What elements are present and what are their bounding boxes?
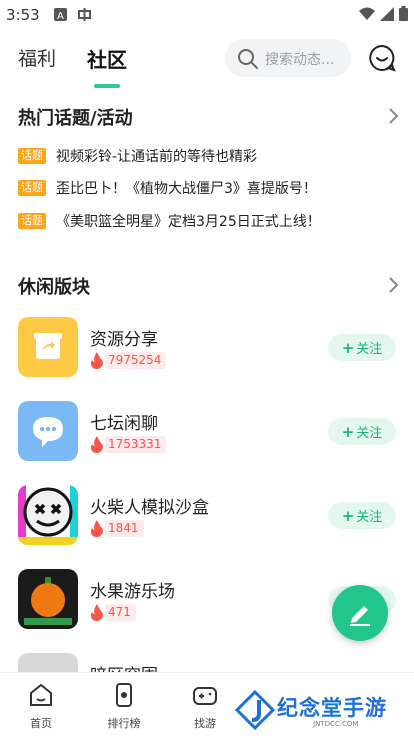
nav-ranking[interactable]: 排行榜 (99, 681, 149, 731)
status-bar: 3:53 A (0, 0, 414, 30)
pencil-icon (350, 606, 370, 626)
fire-icon (90, 603, 103, 621)
search-placeholder: 搜索动态... (265, 52, 335, 68)
forum-name: 水果游乐场 (90, 582, 175, 602)
chevron-right-icon[interactable] (386, 107, 400, 125)
topic-tag: 话题 (18, 213, 46, 229)
tab-welfare[interactable]: 福利 (18, 44, 56, 71)
topic-tag: 话题 (18, 148, 46, 164)
forum-item[interactable]: 火柴人模拟沙盒 1841 + 关注 (0, 485, 414, 563)
follow-label: 关注 (356, 510, 383, 525)
watermark-icon (235, 690, 275, 730)
nav-find-game[interactable]: 找游 (180, 681, 230, 731)
topic-item[interactable]: 话题 《美职篮全明星》定档3月25日正式上线！ (18, 211, 321, 231)
nav-home[interactable]: 首页 (16, 681, 66, 731)
heat-badge: 7975254 (90, 351, 167, 369)
fire-icon (90, 435, 103, 453)
follow-button[interactable]: +关注 (328, 334, 396, 361)
top-bar: 福利 社区 搜索动态... (0, 30, 414, 90)
signal-icon (380, 6, 394, 21)
forum-item[interactable]: 七坛闲聊 1753331 + 关注 (0, 401, 414, 479)
leisure-title: 休闲版块 (18, 277, 90, 298)
game-face-icon (18, 485, 78, 545)
follow-label: 关注 (356, 426, 383, 441)
plus-icon: + (341, 506, 355, 525)
forum-name: 七坛闲聊 (90, 414, 158, 434)
forum-name: 火柴人模拟沙盒 (90, 498, 209, 518)
watermark-subtext: JNTDCC.COM (313, 720, 359, 728)
nav-label: 首页 (30, 717, 52, 730)
fire-icon (90, 351, 103, 369)
fire-icon (90, 519, 103, 537)
topic-text: 视频彩铃-让通话前的等待也精彩 (56, 149, 258, 165)
heat-badge: 1753331 (90, 435, 167, 453)
battery-icon (399, 6, 408, 21)
search-icon (238, 49, 258, 69)
topic-item[interactable]: 话题 歪比巴卜！《植物大战僵尸3》喜提版号！ (18, 178, 317, 198)
heat-count: 471 (105, 603, 136, 621)
topic-text: 《美职篮全明星》定档3月25日正式上线！ (56, 214, 321, 230)
heat-count: 7975254 (105, 351, 167, 369)
nav-label: 排行榜 (107, 717, 141, 730)
heat-badge: 1841 (90, 519, 144, 537)
notification-a-icon: A (54, 8, 67, 21)
forum-item[interactable]: 资源分享 7975254 + 关注 (0, 317, 414, 395)
heat-count: 1753331 (105, 435, 167, 453)
wifi-icon (359, 7, 375, 20)
follow-button[interactable]: +关注 (328, 418, 396, 445)
notification-app-icon (78, 8, 91, 21)
topic-text: 歪比巴卜！《植物大战僵尸3》喜提版号！ (56, 181, 317, 197)
svg-text:A: A (57, 11, 64, 21)
watermark-logo: 纪念堂手游 JNTDCC.COM (235, 686, 405, 734)
plus-icon: + (341, 338, 355, 357)
heat-badge: 471 (90, 603, 136, 621)
heat-count: 1841 (105, 519, 144, 537)
nav-label: 找游 (194, 717, 216, 730)
tab-community[interactable]: 社区 (87, 44, 127, 73)
gamepad-icon (193, 687, 217, 705)
share-box-icon (18, 317, 78, 377)
chevron-right-icon[interactable] (386, 276, 400, 294)
chat-bubble-icon (18, 401, 78, 461)
topic-tag: 话题 (18, 180, 46, 196)
topic-item[interactable]: 话题 视频彩铃-让通话前的等待也精彩 (18, 146, 257, 166)
home-icon (30, 684, 52, 706)
compose-button[interactable] (332, 585, 388, 641)
forum-name: 资源分享 (90, 330, 158, 350)
search-box[interactable]: 搜索动态... (225, 39, 351, 77)
status-right-icons (359, 6, 408, 21)
hot-topics-title: 热门话题/活动 (18, 108, 133, 129)
ranking-icon (116, 683, 132, 707)
follow-label: 关注 (356, 342, 383, 357)
active-tab-indicator (94, 84, 120, 88)
status-time: 3:53 (6, 6, 40, 24)
fruit-game-icon (18, 569, 78, 629)
plus-icon: + (341, 422, 355, 441)
follow-button[interactable]: +关注 (328, 502, 396, 529)
message-icon[interactable] (368, 44, 396, 72)
watermark-text: 纪念堂手游 (277, 696, 387, 720)
